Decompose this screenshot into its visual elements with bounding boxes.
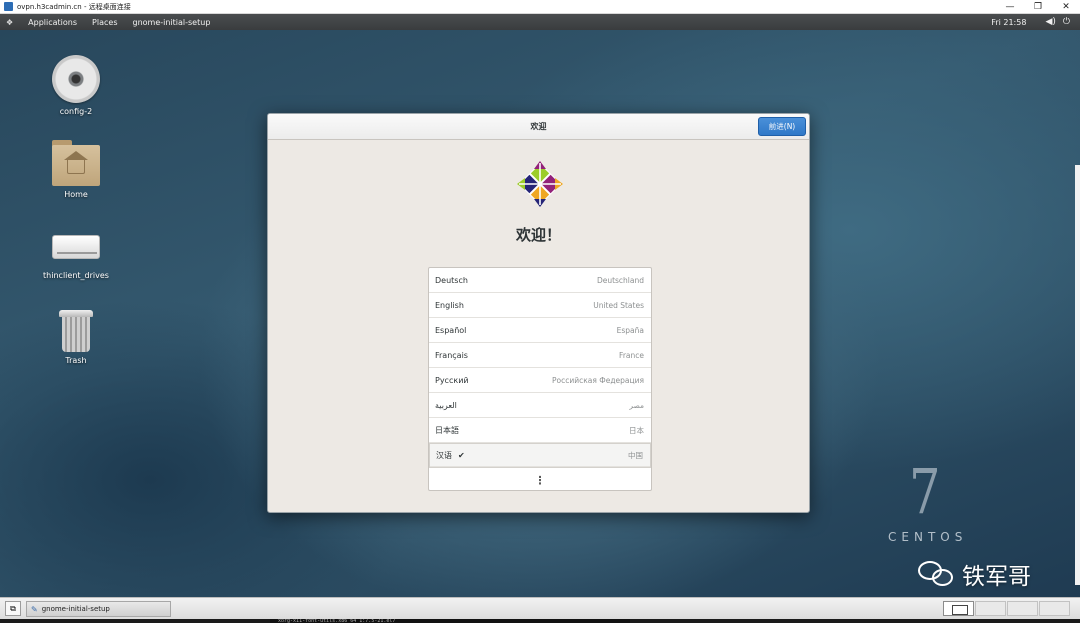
- wechat-icon: [918, 561, 954, 587]
- desktop-icon-thinclient-drives[interactable]: thinclient_drives: [31, 225, 121, 280]
- show-desktop-button[interactable]: ⧉: [5, 601, 21, 616]
- minimize-button[interactable]: —: [996, 0, 1024, 14]
- language-name: Français: [435, 350, 468, 360]
- workspace-2[interactable]: [975, 601, 1006, 616]
- host-terminal-line: xorg-x11-font-utils.x86_64 1:7.5-21.el7: [270, 619, 630, 623]
- language-row-arabic[interactable]: العربية مصر: [429, 393, 651, 418]
- centos-wordmark: CENTOS: [888, 530, 968, 544]
- background-window-edge: [1075, 165, 1080, 585]
- language-name: English: [435, 300, 464, 310]
- desktop-icon-label: Home: [64, 190, 88, 199]
- applications-icon: ❖: [6, 17, 14, 27]
- next-button[interactable]: 前进(N): [758, 117, 806, 136]
- power-icon[interactable]: ⏻: [1063, 17, 1070, 27]
- language-row-deutsch[interactable]: Deutsch Deutschland: [429, 268, 651, 293]
- language-region: مصر: [629, 400, 644, 410]
- close-button[interactable]: ✕: [1052, 0, 1080, 14]
- desktop-icon-label: config-2: [59, 107, 93, 116]
- language-name: Русский: [435, 375, 469, 385]
- taskbar-item-gnome-initial-setup[interactable]: ✎ gnome-initial-setup: [26, 601, 171, 617]
- desktop-icon-label: Trash: [65, 356, 87, 365]
- language-row-russian[interactable]: Русский Российская Федерация: [429, 368, 651, 393]
- language-name: العربية: [435, 400, 457, 410]
- language-row-francais[interactable]: Français France: [429, 343, 651, 368]
- language-name: Deutsch: [435, 275, 468, 285]
- drive-icon: [52, 235, 100, 259]
- language-row-japanese[interactable]: 日本語 日本: [429, 418, 651, 443]
- host-taskbar-strip: xorg-x11-font-utils.x86_64 1:7.5-21.el7: [0, 619, 1080, 623]
- desktop-icon-config-2[interactable]: config-2: [31, 55, 121, 116]
- workspace-4[interactable]: [1039, 601, 1070, 616]
- more-languages-button[interactable]: ⋮: [429, 468, 651, 492]
- volume-icon[interactable]: ◀): [1045, 17, 1055, 27]
- home-folder-icon: [52, 140, 100, 186]
- wechat-account-name: 铁军哥: [962, 564, 1031, 590]
- desktop-icon-trash[interactable]: Trash: [31, 310, 121, 365]
- trash-icon: [59, 310, 93, 352]
- rdp-window-title: ovpn.h3cadmin.cn - 远程桌面连接: [17, 2, 131, 11]
- welcome-heading: 欢迎！: [515, 226, 561, 244]
- language-row-chinese[interactable]: 汉语 ✔ 中国: [429, 443, 651, 468]
- workspace-3[interactable]: [1007, 601, 1038, 616]
- language-name: Español: [435, 325, 467, 335]
- language-region: 日本: [629, 425, 644, 435]
- gnome-top-bar: ❖ Applications Places gnome-initial-setu…: [0, 14, 1080, 30]
- more-icon: ⋮: [534, 473, 546, 487]
- language-region: United States: [593, 300, 644, 310]
- centos-version-watermark: 7: [908, 455, 941, 528]
- restore-button[interactable]: ❐: [1024, 0, 1052, 14]
- disc-icon: [52, 55, 100, 103]
- workspace-1[interactable]: [943, 601, 974, 616]
- language-region: 中国: [628, 450, 643, 460]
- rdp-titlebar: ovpn.h3cadmin.cn - 远程桌面连接 — ❐ ✕: [0, 0, 1080, 14]
- remote-desktop-icon: [4, 2, 13, 11]
- bottom-taskbar: ⧉ ✎ gnome-initial-setup: [0, 597, 1080, 619]
- language-row-english[interactable]: English United States: [429, 293, 651, 318]
- applications-menu[interactable]: Applications: [28, 18, 77, 27]
- language-region: España: [616, 325, 644, 335]
- language-name: 日本語: [435, 425, 459, 435]
- dialog-title: 欢迎: [530, 122, 547, 131]
- wechat-watermark: 铁军哥: [918, 557, 1031, 591]
- checkmark-icon: ✔: [458, 450, 465, 460]
- language-list: Deutsch Deutschland English United State…: [428, 267, 652, 491]
- desktop: config-2 Home thinclient_drives Trash 7 …: [0, 30, 1080, 597]
- active-app-menu[interactable]: gnome-initial-setup: [132, 18, 210, 27]
- language-row-espanol[interactable]: Español España: [429, 318, 651, 343]
- desktop-icon-home[interactable]: Home: [31, 140, 121, 199]
- language-region: Deutschland: [596, 275, 644, 285]
- places-menu[interactable]: Places: [92, 18, 117, 27]
- setup-app-icon: ✎: [31, 604, 38, 614]
- dialog-header: 欢迎 前进(N): [268, 114, 809, 140]
- clock[interactable]: Fri 21:58: [991, 18, 1026, 27]
- language-region: Российская Федерация: [552, 375, 644, 385]
- initial-setup-dialog: 欢迎 前进(N) 欢迎！ Deutsch Deutschland English…: [267, 113, 810, 513]
- desktop-icon-label: thinclient_drives: [43, 271, 109, 280]
- taskbar-item-label: gnome-initial-setup: [41, 605, 110, 613]
- centos-logo-icon: [517, 161, 563, 207]
- language-name: 汉语: [436, 450, 452, 460]
- language-region: France: [619, 350, 644, 360]
